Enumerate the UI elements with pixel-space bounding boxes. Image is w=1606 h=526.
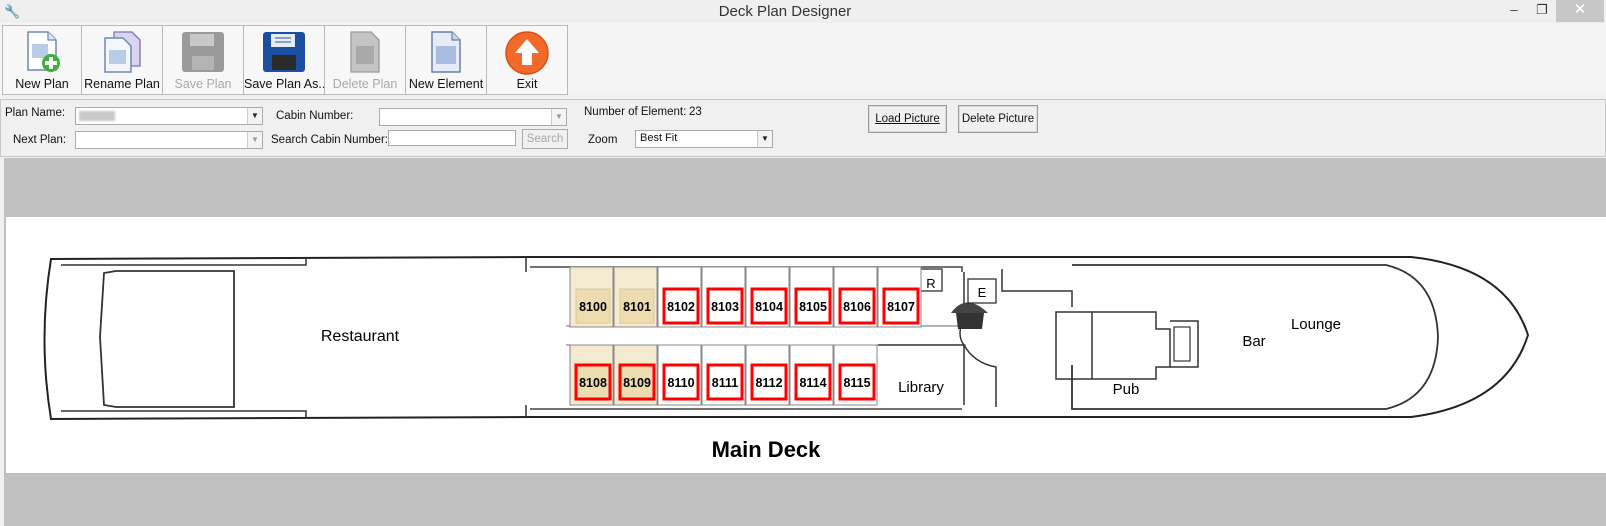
cabin-number-label: Cabin Number:	[276, 110, 354, 122]
cabin-number-label: 8114	[799, 376, 826, 390]
element-count-value: 23	[689, 106, 702, 118]
delete-plan-button[interactable]: Delete Plan	[324, 25, 406, 95]
delete-picture-button[interactable]: Delete Picture	[958, 105, 1038, 133]
chevron-down-icon: ▼	[551, 109, 566, 125]
cabin-number-label: 8110	[667, 376, 694, 390]
cabin-number-label: 8112	[755, 376, 782, 390]
cabin-number-label: 8103	[711, 300, 739, 314]
cabin-8103[interactable]: 8103	[701, 266, 746, 328]
cabin-8114[interactable]: 8114	[789, 344, 834, 406]
bar-label: Bar	[1242, 333, 1265, 350]
deck-plan-drawing: 8100 8101 8102 8103 8104 8105 8106 8107 8108 810…	[43, 256, 1530, 462]
restore-button[interactable]: ❐	[1528, 0, 1556, 22]
cabin-8115[interactable]: 8115	[833, 344, 878, 406]
plan-name-redacted	[79, 111, 115, 121]
cabin-8111[interactable]: 8111	[701, 344, 746, 406]
save-plan-label: Save Plan	[174, 77, 232, 91]
chevron-down-icon: ▼	[757, 131, 772, 147]
cabin-number-label: 8101	[623, 300, 651, 314]
cabin-number-label: 8115	[843, 376, 870, 390]
rename-plan-label: Rename Plan	[84, 77, 160, 91]
cabin-8106[interactable]: 8106	[833, 266, 878, 328]
zoom-dropdown[interactable]: Best Fit ▼	[635, 130, 773, 148]
cabin-number-label: 8105	[799, 300, 827, 314]
plan-name-label: Plan Name:	[5, 107, 66, 119]
minimize-button[interactable]: –	[1500, 0, 1528, 22]
element-count-label: Number of Element:	[584, 106, 687, 118]
deck-plan-image[interactable]: 8100 8101 8102 8103 8104 8105 8106 8107 8108 810…	[6, 217, 1606, 473]
load-picture-button[interactable]: Load Picture	[868, 105, 947, 133]
elevator-label: E	[978, 285, 987, 300]
save-plan-as-button[interactable]: Save Plan As..	[243, 25, 325, 95]
cabin-number-dropdown[interactable]: ▼	[379, 108, 567, 126]
search-button[interactable]: Search	[522, 129, 568, 149]
delete-plan-label: Delete Plan	[332, 77, 398, 91]
new-plan-label: New Plan	[15, 77, 69, 91]
search-cabin-label: Search Cabin Number:	[271, 134, 388, 146]
next-plan-dropdown[interactable]: ▼	[75, 131, 263, 149]
rename-plan-button[interactable]: Rename Plan	[81, 25, 163, 95]
cabin-8100[interactable]: 8100	[569, 266, 614, 328]
zoom-label: Zoom	[588, 134, 618, 146]
save-plan-button[interactable]: Save Plan	[162, 25, 244, 95]
next-plan-label: Next Plan:	[13, 134, 67, 146]
new-plan-button[interactable]: New Plan	[2, 25, 82, 95]
exit-label: Exit	[516, 77, 538, 91]
new-element-button[interactable]: New Element	[405, 25, 487, 95]
cabin-8102[interactable]: 8102	[657, 266, 702, 328]
chevron-down-icon: ▼	[247, 132, 262, 148]
library-label: Library	[898, 379, 944, 396]
pub-label: Pub	[1113, 381, 1140, 398]
cabin-number-label: 8111	[712, 376, 738, 390]
restroom-label: R	[926, 276, 935, 291]
chevron-down-icon: ▼	[247, 108, 262, 124]
cabin-number-label: 8109	[623, 376, 651, 390]
plan-settings-panel: Plan Name: ▼ Next Plan: ▼ Cabin Number: …	[0, 99, 1606, 157]
cabin-number-label: 8100	[579, 300, 607, 314]
new-document-icon	[27, 31, 60, 72]
cabin-8101[interactable]: 8101	[613, 266, 658, 328]
cabin-8110[interactable]: 8110	[657, 344, 702, 406]
cabin-number-label: 8104	[755, 300, 783, 314]
save-disk-icon	[182, 32, 224, 72]
cabin-8107[interactable]: 8107	[877, 266, 922, 328]
lounge-label: Lounge	[1291, 316, 1341, 333]
exit-button[interactable]: Exit	[486, 25, 568, 95]
cabin-number-label: 8108	[579, 376, 607, 390]
cabin-number-label: 8107	[887, 300, 915, 314]
save-plan-as-label: Save Plan As..	[244, 77, 326, 91]
close-button[interactable]: ✕	[1556, 0, 1604, 22]
window-title: Deck Plan Designer	[718, 3, 852, 20]
toolbar: New Plan Rename Plan Save Plan Save Plan…	[0, 23, 1606, 95]
deck-title: Main Deck	[712, 437, 822, 462]
delete-document-icon	[350, 31, 380, 73]
cabin-8112[interactable]: 8112	[745, 344, 790, 406]
restaurant-label: Restaurant	[321, 328, 400, 345]
cabin-8109[interactable]: 8109	[613, 344, 658, 406]
new-element-label: New Element	[408, 77, 484, 91]
cabin-8105[interactable]: 8105	[789, 266, 834, 328]
cabin-number-label: 8102	[667, 300, 695, 314]
plan-name-dropdown[interactable]: ▼	[75, 107, 263, 125]
new-element-icon	[431, 31, 461, 73]
rename-documents-icon	[104, 31, 141, 73]
search-cabin-input[interactable]	[388, 130, 516, 146]
title-bar: 🔧 Deck Plan Designer – ❐ ✕	[0, 0, 1606, 23]
cabin-8108[interactable]: 8108	[569, 344, 614, 406]
save-as-disk-icon	[263, 32, 305, 72]
exit-arrow-icon	[505, 31, 549, 75]
cabin-number-label: 8106	[843, 300, 871, 314]
cabin-8104[interactable]: 8104	[745, 266, 790, 328]
